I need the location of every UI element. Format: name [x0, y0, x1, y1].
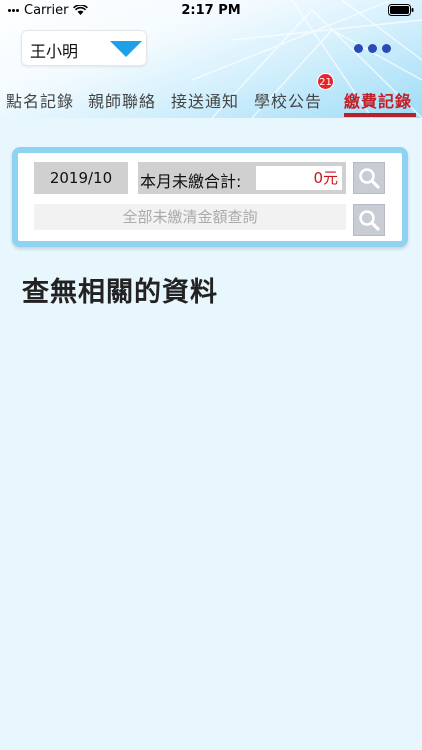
status-time: 2:17 PM [181, 3, 241, 18]
tab-payments[interactable]: 繳費記錄 [344, 88, 412, 112]
unpaid-total-label: 本月未繳合計: [140, 172, 242, 191]
tab-pickup[interactable]: 接送通知 [171, 88, 239, 112]
tab-announcements[interactable]: 學校公告 [254, 88, 322, 112]
status-bar: Carrier 2:17 PM [0, 0, 422, 22]
full-unpaid-query-field[interactable]: 全部未繳清金額查詢 [34, 204, 346, 230]
unpaid-total-box: 本月未繳合計: 0元 [138, 162, 346, 194]
header: Carrier 2:17 PM 王小明 點名記錄 親師聯絡 接送通知 學校公告 … [0, 0, 422, 118]
month-selector[interactable]: 2019/10 [34, 162, 128, 194]
student-select[interactable]: 王小明 [21, 30, 147, 66]
active-tab-indicator [344, 113, 416, 117]
battery-icon [388, 4, 414, 16]
search-month-button[interactable] [353, 162, 385, 194]
search-all-unpaid-button[interactable] [353, 204, 385, 236]
search-icon [359, 210, 380, 231]
student-name: 王小明 [30, 42, 79, 61]
unpaid-total-value: 0元 [256, 166, 342, 190]
chevron-down-icon [110, 41, 142, 57]
query-panel: 2019/10 本月未繳合計: 0元 全部未繳清金額查詢 [12, 147, 408, 247]
notification-badge: 21 [317, 73, 334, 90]
more-options-icon[interactable] [354, 44, 391, 53]
search-icon [359, 168, 380, 189]
tab-attendance[interactable]: 點名記錄 [6, 88, 74, 112]
tab-bar: 點名記錄 親師聯絡 接送通知 學校公告 繳費記錄 [0, 84, 422, 118]
empty-result-message: 查無相關的資料 [22, 277, 218, 308]
tab-parent-teacher[interactable]: 親師聯絡 [88, 88, 156, 112]
